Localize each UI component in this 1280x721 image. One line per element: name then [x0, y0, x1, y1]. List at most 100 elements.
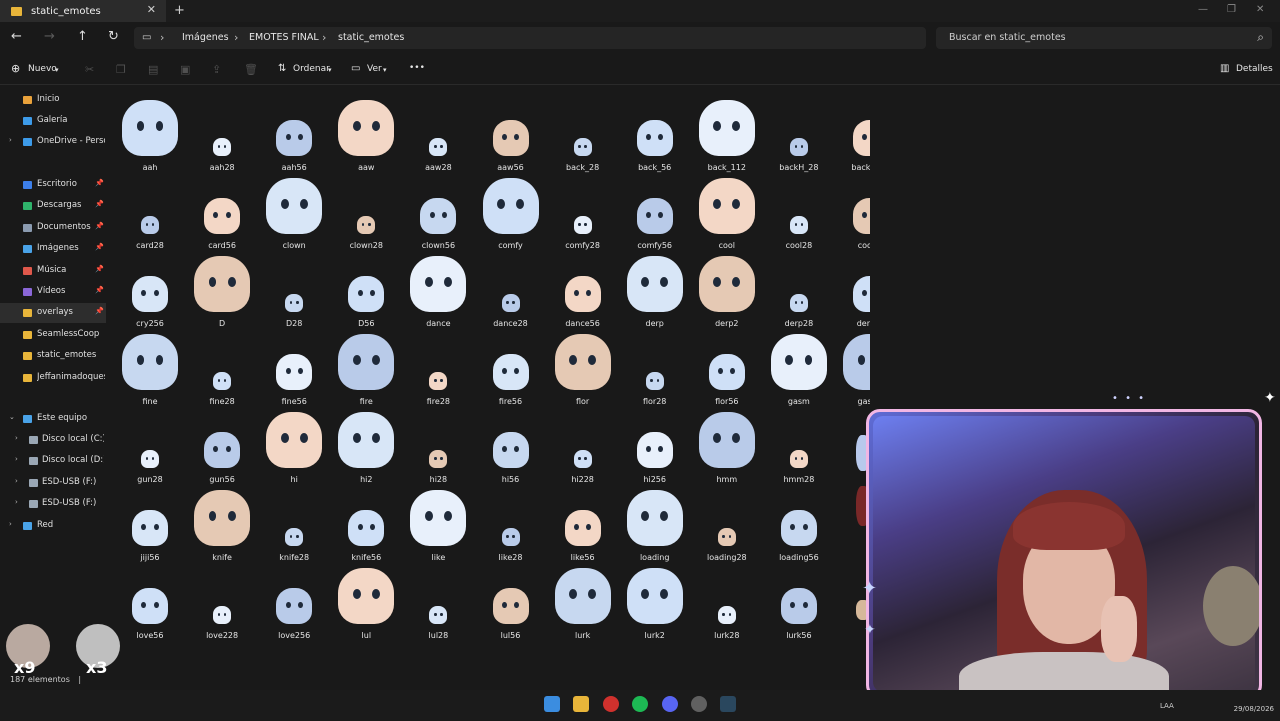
refresh-button[interactable]: ↻ — [108, 29, 119, 44]
details-button[interactable]: Detalles — [1236, 64, 1273, 74]
file-item[interactable]: loading56 — [763, 484, 835, 562]
file-item[interactable]: fine56 — [258, 328, 330, 406]
chevron-right-icon[interactable]: › — [9, 520, 12, 528]
file-item[interactable]: card28 — [114, 172, 186, 250]
file-item[interactable]: comfy56 — [619, 172, 691, 250]
close-tab-icon[interactable]: ✕ — [147, 3, 156, 16]
windows-start-icon[interactable] — [544, 696, 560, 712]
file-item[interactable]: aaw56 — [475, 94, 547, 172]
share-icon[interactable]: ⇪ — [212, 63, 221, 76]
file-item[interactable]: comfy — [475, 172, 547, 250]
minimize-icon[interactable]: — — [1198, 4, 1208, 15]
clock-date[interactable]: 29/08/2026 — [1234, 704, 1274, 714]
file-item[interactable]: lul56 — [475, 562, 547, 640]
file-item[interactable]: knife28 — [258, 484, 330, 562]
discord-icon[interactable] — [662, 696, 678, 712]
file-item[interactable]: aah56 — [258, 94, 330, 172]
file-item[interactable]: flor56 — [691, 328, 763, 406]
file-item[interactable]: dance28 — [475, 250, 547, 328]
file-item[interactable]: loading — [619, 484, 691, 562]
file-item[interactable]: hi56 — [475, 406, 547, 484]
file-item[interactable]: aah — [114, 94, 186, 172]
sidebar-item-drive[interactable]: › ESD-USB (F:) — [0, 473, 106, 493]
cut-icon[interactable]: ✂ — [85, 63, 94, 76]
copy-icon[interactable]: ❐ — [116, 63, 126, 76]
spotify-icon[interactable] — [632, 696, 648, 712]
forward-button[interactable]: → — [44, 29, 55, 44]
file-item[interactable]: dance56 — [547, 250, 619, 328]
sidebar-item-v-deos[interactable]: Vídeos 📌 — [0, 282, 106, 302]
file-item[interactable]: flor28 — [619, 328, 691, 406]
file-item[interactable]: fire28 — [402, 328, 474, 406]
sidebar-item-gallery[interactable]: Galería — [0, 111, 106, 131]
file-item[interactable]: cry256 — [114, 250, 186, 328]
file-item[interactable]: D — [186, 250, 258, 328]
file-item[interactable]: aaw — [330, 94, 402, 172]
file-item[interactable]: back_112 — [691, 94, 763, 172]
language-indicator[interactable]: LAA — [1160, 702, 1174, 710]
breadcrumb-static-emotes[interactable]: static_emotes — [338, 32, 404, 43]
file-item[interactable]: back_28 — [547, 94, 619, 172]
file-explorer-icon[interactable] — [573, 696, 589, 712]
sidebar-item-home[interactable]: Inicio — [0, 90, 106, 110]
file-item[interactable]: fine — [114, 328, 186, 406]
file-item[interactable]: comfy28 — [547, 172, 619, 250]
file-item[interactable]: cool28 — [763, 172, 835, 250]
chevron-right-icon[interactable]: › — [15, 434, 18, 442]
rename-icon[interactable]: ▣ — [180, 63, 190, 76]
file-item[interactable]: lurk56 — [763, 562, 835, 640]
sidebar-item-escritorio[interactable]: Escritorio 📌 — [0, 175, 106, 195]
sidebar-item-this-pc[interactable]: ⌄ Este equipo — [0, 409, 106, 429]
file-item[interactable]: knife56 — [330, 484, 402, 562]
sidebar-item-m-sica[interactable]: Música 📌 — [0, 261, 106, 281]
pin-icon[interactable]: 📌 — [95, 200, 104, 208]
file-item[interactable]: like56 — [547, 484, 619, 562]
sidebar-item-descargas[interactable]: Descargas 📌 — [0, 196, 106, 216]
file-item[interactable]: like — [402, 484, 474, 562]
file-item[interactable]: fine28 — [186, 328, 258, 406]
search-box[interactable]: Buscar en static_emotes ⌕ — [936, 27, 1272, 49]
close-window-icon[interactable]: ✕ — [1256, 4, 1264, 15]
back-button[interactable]: ← — [11, 29, 22, 44]
file-item[interactable]: dance — [402, 250, 474, 328]
pin-icon[interactable]: 📌 — [95, 179, 104, 187]
file-item[interactable]: lul — [330, 562, 402, 640]
sidebar-item-overlays[interactable]: overlays 📌 — [0, 303, 106, 324]
file-item[interactable]: hi228 — [547, 406, 619, 484]
file-item[interactable]: card56 — [186, 172, 258, 250]
file-item[interactable]: hi — [258, 406, 330, 484]
pin-icon[interactable]: 📌 — [95, 307, 104, 315]
file-item[interactable]: fire — [330, 328, 402, 406]
file-item[interactable]: flor — [547, 328, 619, 406]
sidebar-item-im-genes[interactable]: Imágenes 📌 — [0, 239, 106, 259]
file-item[interactable]: gasm — [763, 328, 835, 406]
file-item[interactable]: love256 — [258, 562, 330, 640]
file-item[interactable]: clown — [258, 172, 330, 250]
sidebar-item-drive[interactable]: › Disco local (C:) — [0, 430, 106, 450]
file-item[interactable]: clown28 — [330, 172, 402, 250]
pin-icon[interactable]: 📌 — [95, 243, 104, 251]
file-item[interactable]: lurk28 — [691, 562, 763, 640]
view-button[interactable]: Ver — [367, 64, 382, 74]
file-item[interactable]: clown56 — [402, 172, 474, 250]
sidebar-item-static-emotes[interactable]: static_emotes — [0, 346, 106, 366]
sidebar-item-drive[interactable]: › Disco local (D:) — [0, 451, 106, 471]
file-item[interactable]: hi28 — [402, 406, 474, 484]
new-button[interactable]: Nuevo — [28, 64, 57, 74]
file-item[interactable]: gun28 — [114, 406, 186, 484]
up-button[interactable]: ↑ — [77, 29, 88, 44]
sidebar-item-network[interactable]: › Red — [0, 516, 106, 536]
file-item[interactable]: love56 — [114, 562, 186, 640]
maximize-icon[interactable]: ❐ — [1227, 4, 1236, 15]
file-item[interactable]: D28 — [258, 250, 330, 328]
file-item[interactable]: knife — [186, 484, 258, 562]
file-item[interactable]: backH_28 — [763, 94, 835, 172]
sidebar-item-drive[interactable]: › ESD-USB (F:) — [0, 494, 106, 514]
file-item[interactable]: jiji56 — [114, 484, 186, 562]
file-item[interactable]: lul28 — [402, 562, 474, 640]
file-item[interactable]: fire56 — [475, 328, 547, 406]
file-item[interactable]: hi2 — [330, 406, 402, 484]
file-item[interactable]: like28 — [475, 484, 547, 562]
file-item[interactable]: back_56 — [619, 94, 691, 172]
new-tab-button[interactable]: + — [174, 3, 185, 18]
